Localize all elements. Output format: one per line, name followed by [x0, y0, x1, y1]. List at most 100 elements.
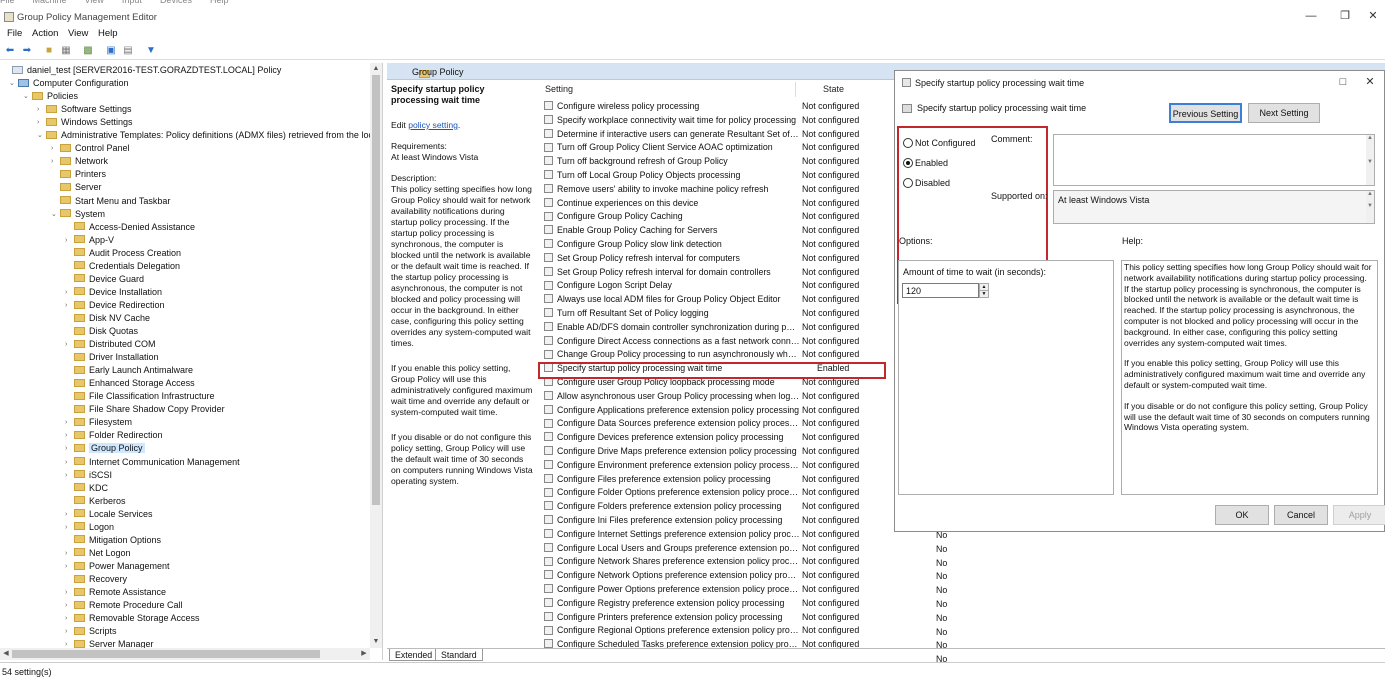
menu-view[interactable]: View	[68, 28, 88, 39]
expand-chevron-icon[interactable]: ›	[65, 612, 74, 625]
expand-chevron-icon[interactable]: ›	[65, 338, 74, 351]
tree-item-kdc[interactable]: KDC	[65, 482, 108, 495]
scroll-up-icon[interactable]: ▲	[370, 63, 382, 75]
setting-row[interactable]: Configure Local Users and Groups prefere…	[538, 542, 895, 556]
tree-item-file-classification-infrastructure[interactable]: File Classification Infrastructure	[65, 390, 215, 403]
expand-chevron-icon[interactable]: ›	[65, 560, 74, 573]
apply-button[interactable]: Apply	[1333, 505, 1385, 525]
tree-item-printers[interactable]: Printers	[51, 168, 106, 181]
tree-item-kerberos[interactable]: Kerberos	[65, 495, 126, 508]
dialog-close-icon[interactable]: ✕	[1360, 74, 1380, 90]
tree-hscroll-thumb[interactable]	[12, 650, 320, 658]
vm-menu-item[interactable]: Input	[122, 0, 142, 5]
expand-chevron-icon[interactable]: ›	[65, 521, 74, 534]
tree-item-early-launch-antimalware[interactable]: Early Launch Antimalware	[65, 364, 193, 377]
tree-horizontal-scrollbar[interactable]: ◀ ▶	[0, 648, 370, 660]
expand-chevron-icon[interactable]: ›	[65, 234, 74, 247]
tree-item-disk-nv-cache[interactable]: Disk NV Cache	[65, 312, 150, 325]
tree-item-policies[interactable]: ⌄ Policies	[23, 90, 78, 103]
tree-item-recovery[interactable]: Recovery	[65, 573, 127, 586]
setting-row[interactable]: Configure Printers preference extension …	[538, 611, 895, 625]
collapse-chevron-icon[interactable]: ⌄	[9, 77, 18, 90]
tree-item-control-panel[interactable]: › Control Panel	[51, 142, 130, 155]
setting-row[interactable]: Configure Folders preference extension p…	[538, 500, 895, 514]
vm-menu-item[interactable]: File	[0, 0, 15, 5]
setting-row[interactable]: Always use local ADM files for Group Pol…	[538, 293, 895, 307]
setting-row[interactable]: Configure Regional Options preference ex…	[538, 624, 895, 638]
expand-chevron-icon[interactable]: ›	[65, 286, 74, 299]
comment-textarea[interactable]: ▲ ▼	[1053, 134, 1375, 186]
setting-row[interactable]: Configure Internet Settings preference e…	[538, 528, 895, 542]
setting-row[interactable]: Configure Folder Options preference exte…	[538, 486, 895, 500]
setting-row[interactable]: Enable Group Policy Caching for Servers N…	[538, 224, 895, 238]
tree-item-remote-assistance[interactable]: › Remote Assistance	[65, 586, 166, 599]
setting-row[interactable]: Configure Group Policy slow link detecti…	[538, 238, 895, 252]
vm-menu-item[interactable]: Devices	[160, 0, 192, 5]
vm-menu-item[interactable]: Machine	[33, 0, 67, 5]
tree-vertical-scrollbar[interactable]: ▲ ▼	[370, 63, 382, 648]
forward-arrow-icon[interactable]: ➡	[20, 44, 34, 57]
setting-row[interactable]: Turn off background refresh of Group Pol…	[538, 155, 895, 169]
tree-item-software-settings[interactable]: › Software Settings	[37, 103, 132, 116]
setting-row[interactable]: Enable AD/DFS domain controller synchron…	[538, 321, 895, 335]
tree-item-group-policy[interactable]: › Group Policy	[65, 442, 145, 455]
tree-item-network[interactable]: › Network	[51, 155, 108, 168]
show-hide-tree-icon[interactable]: ▦	[59, 44, 73, 57]
setting-row[interactable]: Set Group Policy refresh interval for co…	[538, 252, 895, 266]
setting-row[interactable]: Configure Scheduled Tasks preference ext…	[538, 638, 895, 648]
tab-standard[interactable]: Standard	[435, 649, 483, 661]
enabled-radio[interactable]	[903, 158, 913, 168]
tree-item-power-management[interactable]: › Power Management	[65, 560, 170, 573]
ok-button[interactable]: OK	[1215, 505, 1269, 525]
tree-item-server[interactable]: Server	[51, 181, 102, 194]
tree-scroll-thumb[interactable]	[372, 75, 380, 505]
tree-item-iscsi[interactable]: › iSCSI	[65, 469, 112, 482]
collapse-chevron-icon[interactable]: ⌄	[51, 208, 60, 221]
collapse-chevron-icon[interactable]: ⌄	[37, 129, 46, 142]
help-icon[interactable]: ▣	[104, 44, 118, 57]
tree-item-removable-storage-access[interactable]: › Removable Storage Access	[65, 612, 200, 625]
tree-item-start-menu-and-taskbar[interactable]: Start Menu and Taskbar	[51, 195, 170, 208]
scroll-left-icon[interactable]: ◀	[0, 648, 12, 660]
tree-item-access-denied-assistance[interactable]: Access-Denied Assistance	[65, 221, 195, 234]
tree-item-driver-installation[interactable]: Driver Installation	[65, 351, 159, 364]
expand-chevron-icon[interactable]: ›	[65, 599, 74, 612]
tree-item-device-installation[interactable]: › Device Installation	[65, 286, 162, 299]
setting-row[interactable]: Configure Power Options preference exten…	[538, 583, 895, 597]
tree-item-enhanced-storage-access[interactable]: Enhanced Storage Access	[65, 377, 195, 390]
tree-item-folder-redirection[interactable]: › Folder Redirection	[65, 429, 163, 442]
expand-chevron-icon[interactable]: ›	[65, 547, 74, 560]
setting-row[interactable]: Specify workplace connectivity wait time…	[538, 114, 895, 128]
setting-row[interactable]: Configure Devices preference extension p…	[538, 431, 895, 445]
spin-down-icon[interactable]: ▼	[979, 290, 989, 298]
setting-row[interactable]: Configure Direct Access connections as a…	[538, 335, 895, 349]
tree-item-administrative-templates[interactable]: ⌄ Administrative Templates: Policy defini…	[37, 129, 380, 142]
wait-time-input[interactable]: 120	[902, 283, 979, 298]
tree-item-filesystem[interactable]: › Filesystem	[65, 416, 132, 429]
vm-menu-item[interactable]: View	[85, 0, 104, 5]
setting-row[interactable]: Configure Data Sources preference extens…	[538, 417, 895, 431]
menu-action[interactable]: Action	[32, 28, 58, 39]
column-header-setting[interactable]: Setting	[545, 84, 573, 94]
maximize-icon[interactable]: ❐	[1335, 8, 1355, 24]
tree-item-distributed-com[interactable]: › Distributed COM	[65, 338, 156, 351]
next-setting-button[interactable]: Next Setting	[1248, 103, 1320, 123]
setting-row[interactable]: Allow asynchronous user Group Policy pro…	[538, 390, 895, 404]
tree-item-credentials-delegation[interactable]: Credentials Delegation	[65, 260, 180, 273]
tree-item-logon[interactable]: › Logon	[65, 521, 114, 534]
expand-chevron-icon[interactable]: ›	[65, 442, 74, 455]
up-folder-icon[interactable]: ■	[42, 44, 56, 57]
menu-file[interactable]: File	[7, 28, 22, 39]
setting-row[interactable]: Configure Network Options preference ext…	[538, 569, 895, 583]
collapse-chevron-icon[interactable]: ⌄	[23, 90, 32, 103]
expand-chevron-icon[interactable]: ›	[65, 299, 74, 312]
expand-chevron-icon[interactable]: ›	[65, 469, 74, 482]
setting-row[interactable]: Configure Files preference extension pol…	[538, 473, 895, 487]
setting-row[interactable]: Turn off Group Policy Client Service AOA…	[538, 141, 895, 155]
enabled-label[interactable]: Enabled	[915, 158, 948, 168]
setting-row[interactable]: Configure Logon Script Delay Not configur…	[538, 279, 895, 293]
edit-policy-setting-link[interactable]: policy setting	[408, 120, 458, 130]
setting-row[interactable]: Configure wireless policy processing Not …	[538, 100, 895, 114]
cancel-button[interactable]: Cancel	[1274, 505, 1328, 525]
setting-row[interactable]: Determine if interactive users can gener…	[538, 128, 895, 142]
